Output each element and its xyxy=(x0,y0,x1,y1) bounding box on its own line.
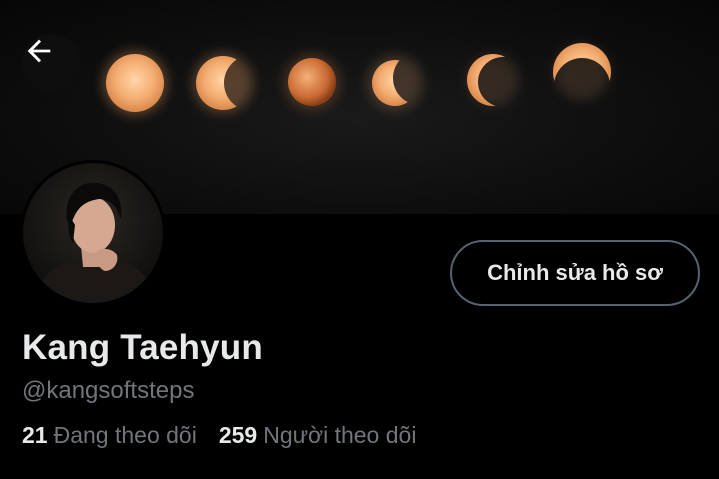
arrow-left-icon xyxy=(27,39,51,63)
avatar[interactable] xyxy=(20,160,166,306)
followers-link[interactable]: 259 Người theo dõi xyxy=(219,422,417,449)
following-link[interactable]: 21 Đang theo dõi xyxy=(22,422,197,449)
follow-stats: 21 Đang theo dõi 259 Người theo dõi xyxy=(22,422,416,449)
edit-profile-button[interactable]: Chỉnh sửa hồ sơ xyxy=(450,240,700,306)
followers-count: 259 xyxy=(218,422,258,448)
profile-handle: @kangsoftsteps xyxy=(22,377,195,404)
profile-name: Kang Taehyun xyxy=(22,328,263,367)
followers-label: Người theo dõi xyxy=(263,422,417,448)
avatar-photo xyxy=(23,163,163,303)
following-label: Đang theo dõi xyxy=(53,422,197,448)
following-count: 21 xyxy=(22,422,48,448)
back-button[interactable] xyxy=(22,34,80,92)
